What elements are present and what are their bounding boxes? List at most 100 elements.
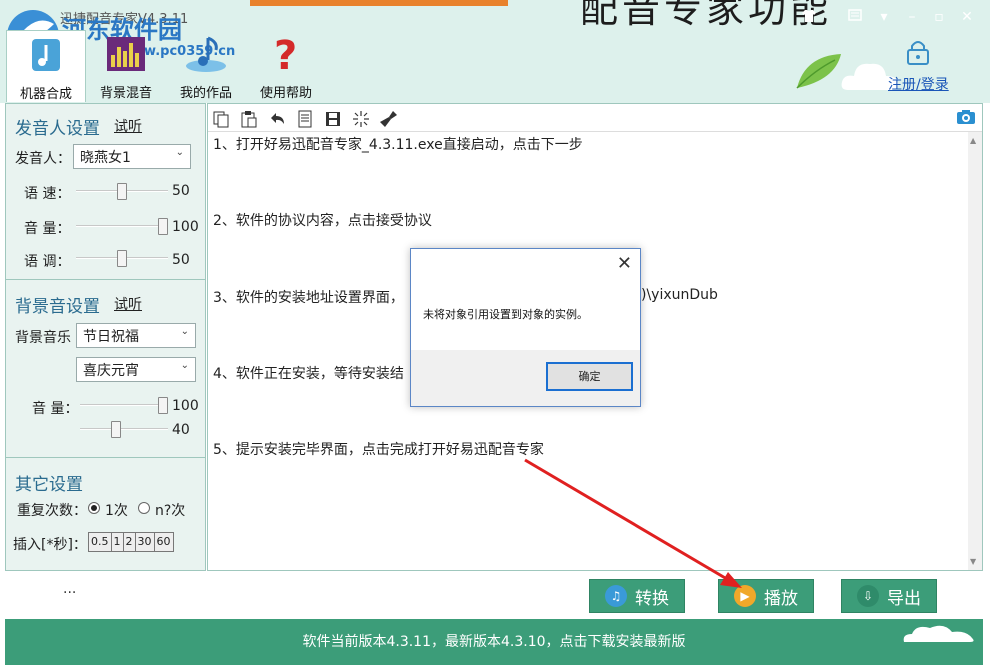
tab-background-mix[interactable]: 背景混音 (86, 30, 166, 102)
menu-icon[interactable] (846, 9, 864, 25)
orange-strip (250, 0, 508, 6)
title-toolbar-area: 配音专家功能 迅捷配音专家V4.3.11 河东软件园 www.pc0359.cn… (0, 0, 990, 103)
bg-volume2-value: 40 (172, 422, 190, 438)
chevron-down-icon: ⌄ (180, 326, 189, 337)
bg-volume-label: 音 量： (32, 401, 79, 417)
background-music-label: 背景音乐 (15, 330, 71, 346)
close-icon[interactable]: ✕ (958, 9, 976, 25)
music-track-value: 喜庆元宵 (83, 363, 139, 379)
bg-volume-value: 100 (172, 398, 199, 414)
login-link[interactable]: 注册/登录 (888, 74, 949, 94)
copy-icon[interactable] (210, 108, 232, 130)
cloud-decoration-icon (903, 625, 974, 642)
action-bar: ... ♫ 转换 ▶ 播放 ⇩ 导出 (5, 571, 983, 619)
repeat-once-radio[interactable] (88, 502, 100, 514)
tone-value: 50 (172, 252, 190, 268)
tab-machine-synthesis-label: 机器合成 (19, 87, 72, 102)
tab-my-works-label: 我的作品 (179, 86, 232, 101)
bg-volume2-slider-thumb[interactable] (111, 421, 121, 438)
pause-button[interactable]: 60 (154, 533, 173, 551)
document-icon[interactable] (294, 108, 316, 130)
voice-settings-title: 发音人设置 (15, 119, 100, 139)
save-icon[interactable] (322, 108, 344, 130)
repeat-once-label: 1次 (105, 503, 128, 519)
other-settings-title: 其它设置 (15, 475, 83, 495)
dialog-ok-button[interactable]: 确定 (546, 362, 633, 391)
volume-value: 100 (172, 219, 199, 235)
skin-icon[interactable] (800, 9, 818, 25)
speed-slider[interactable] (76, 183, 168, 200)
dialog-close-icon[interactable]: ✕ (617, 253, 632, 274)
leaf-decoration-icon (796, 54, 841, 89)
tone-slider[interactable] (76, 250, 168, 267)
tab-my-works[interactable]: 我的作品 (166, 30, 246, 102)
svg-text:?: ? (274, 33, 297, 75)
maximize-icon[interactable]: ▫ (930, 9, 948, 25)
instruction-line: 3、软件的安装地址设置界面， (213, 290, 404, 306)
bg-volume-slider[interactable] (80, 397, 168, 414)
instruction-line: 4、软件正在安装，等待安装结 (213, 366, 404, 382)
editor-scrollbar[interactable]: ▲ ▼ (968, 132, 982, 570)
settings-panel: 发音人设置 试听 发音人： 晓燕女1 ⌄ 语 速： 50 音 量： 100 语 … (5, 103, 206, 571)
tab-machine-synthesis[interactable]: 机器合成 (6, 30, 86, 102)
music-track-select[interactable]: 喜庆元宵 ⌄ (76, 357, 196, 382)
tab-help-label: 使用帮助 (259, 86, 312, 101)
background-try-link[interactable]: 试听 (114, 294, 142, 314)
sparkle-icon[interactable] (350, 108, 372, 130)
chevron-down-icon: ⌄ (175, 147, 184, 158)
bg-volume-slider-thumb[interactable] (158, 397, 168, 414)
background-settings-section: 背景音设置 试听 背景音乐 节日祝福 ⌄ 喜庆元宵 ⌄ 音 量： 100 40 (6, 280, 205, 458)
speed-label: 语 速： (24, 186, 71, 202)
minimize-icon[interactable]: – (903, 9, 921, 25)
speaker-label: 发音人： (15, 151, 71, 167)
volume-slider[interactable] (76, 218, 168, 235)
speed-value: 50 (172, 183, 190, 199)
instruction-line: 1、打开好易迅配音专家_4.3.11.exe直接启动，点击下一步 (213, 137, 583, 153)
voice-try-link[interactable]: 试听 (114, 116, 142, 136)
chevron-down-icon: ⌄ (180, 360, 189, 371)
scroll-down-icon[interactable]: ▼ (970, 557, 976, 566)
speed-slider-thumb[interactable] (117, 183, 127, 200)
pause-button[interactable]: 2 (123, 533, 136, 551)
paste-icon[interactable] (238, 108, 260, 130)
music-category-select[interactable]: 节日祝福 ⌄ (76, 323, 196, 348)
music-note-icon (181, 30, 231, 78)
pause-button[interactable]: 30 (135, 533, 155, 551)
dropdown-icon[interactable]: ▾ (875, 9, 893, 25)
pause-button[interactable]: 0.5 (89, 533, 112, 551)
repeat-n-radio[interactable] (138, 502, 150, 514)
dialog-message: 未将对象引用设置到对象的实例。 (423, 308, 588, 321)
background-settings-title: 背景音设置 (15, 297, 100, 317)
convert-button-label: 转换 (635, 588, 669, 609)
error-dialog: ✕ 未将对象引用设置到对象的实例。 确定 (410, 248, 641, 407)
version-status-bar[interactable]: 软件当前版本4.3.11，最新版本4.3.10，点击下载安装最新版 (5, 619, 983, 665)
speaker-select[interactable]: 晓燕女1 ⌄ (73, 144, 191, 169)
export-button[interactable]: ⇩ 导出 (841, 579, 937, 613)
export-button-label: 导出 (887, 588, 921, 609)
tone-slider-thumb[interactable] (117, 250, 127, 267)
insert-label: 插入[*秒]： (13, 537, 87, 553)
editor-toolbar (208, 104, 982, 132)
dialog-footer: 确定 (411, 350, 640, 406)
pause-button-group: 0.5 1 2 30 60 (88, 532, 174, 552)
scroll-up-icon[interactable]: ▲ (970, 136, 976, 145)
bg-volume2-slider[interactable] (80, 421, 168, 438)
convert-button[interactable]: ♫ 转换 (589, 579, 685, 613)
pause-button[interactable]: 1 (111, 533, 124, 551)
volume-slider-thumb[interactable] (158, 218, 168, 235)
microphone-note-icon (21, 31, 71, 79)
play-button[interactable]: ▶ 播放 (718, 579, 814, 613)
instruction-line-tail: )\yixunDub (641, 287, 718, 303)
lock-icon[interactable] (905, 38, 931, 66)
music-note-icon: ♫ (605, 585, 627, 607)
question-icon: ? (261, 30, 311, 78)
ellipsis-text: ... (63, 581, 77, 597)
tone-label: 语 调： (24, 254, 71, 270)
tab-background-mix-label: 背景混音 (99, 86, 152, 101)
broom-icon[interactable] (378, 108, 400, 130)
export-icon: ⇩ (857, 585, 879, 607)
play-button-label: 播放 (764, 588, 798, 609)
undo-icon[interactable] (266, 108, 288, 130)
camera-icon[interactable] (956, 109, 976, 129)
tab-help[interactable]: ? 使用帮助 (246, 30, 326, 102)
